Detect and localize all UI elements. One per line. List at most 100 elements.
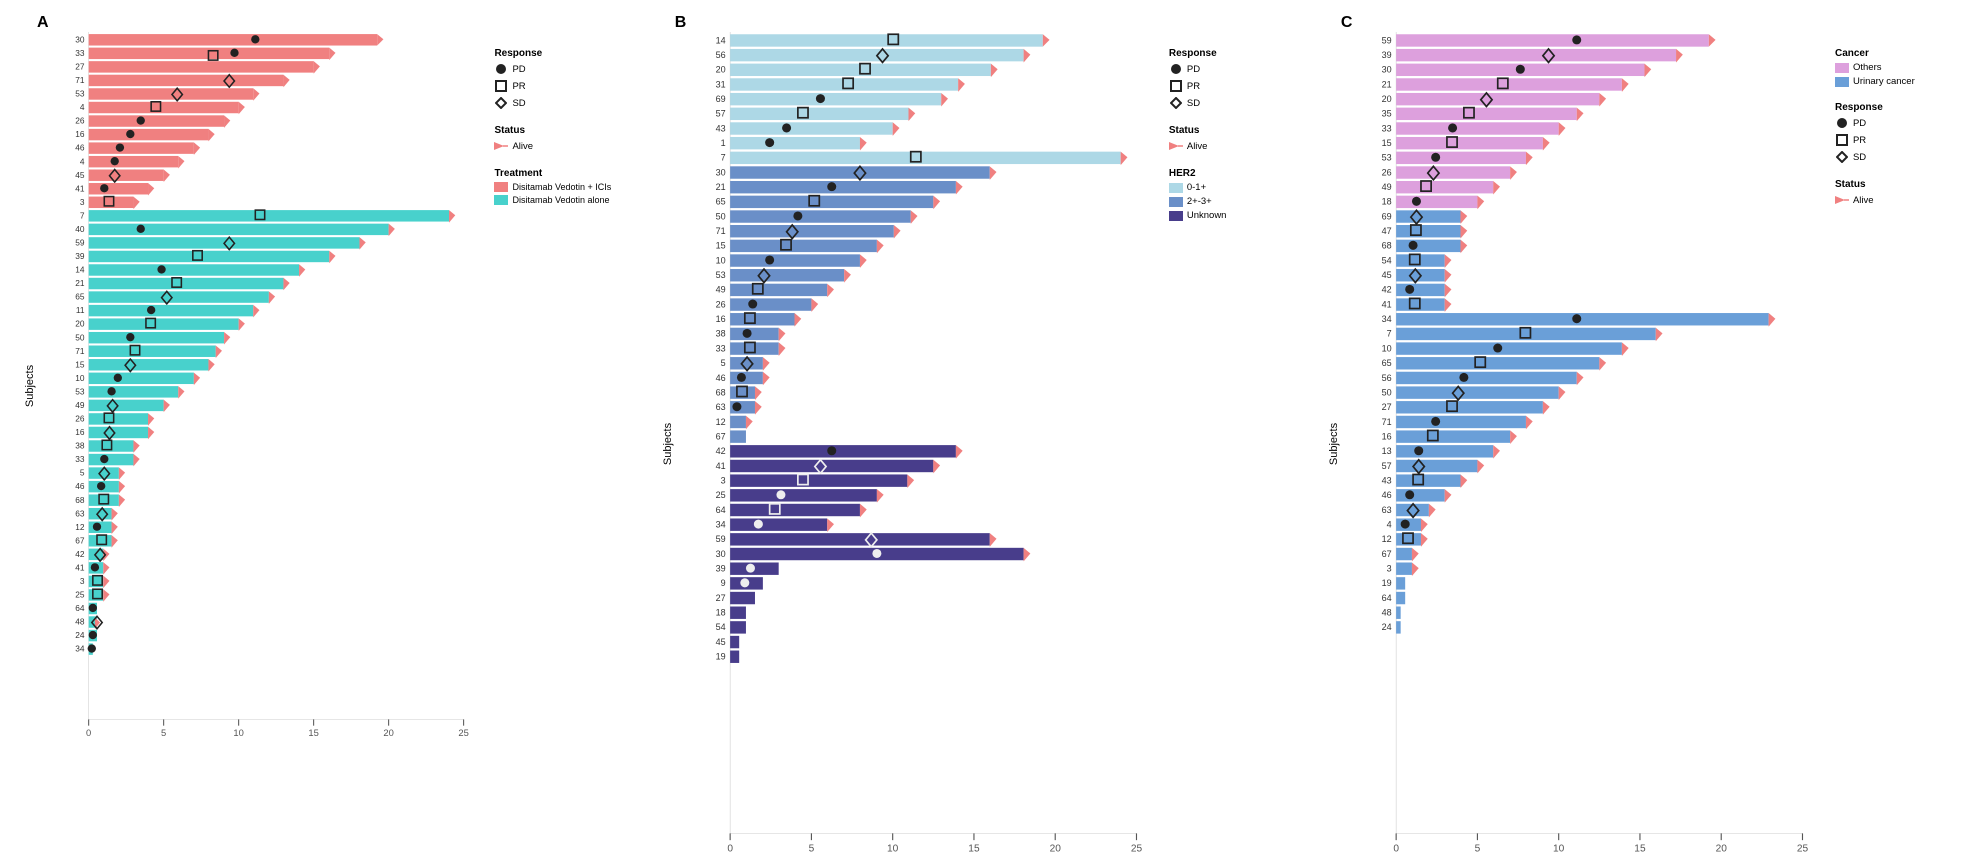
bar [1396,240,1460,252]
svg-text:19: 19 [1382,578,1392,588]
svg-text:5: 5 [161,728,166,738]
bar [89,115,224,126]
alive-marker [1445,489,1452,503]
bar [89,75,284,86]
alive-marker [1769,313,1776,327]
alive-marker [811,298,818,312]
alive-marker [269,291,275,303]
bar [730,284,827,296]
pd-marker [147,306,155,314]
svg-text:27: 27 [1382,402,1392,412]
bar [89,224,389,235]
panel-b-label: B [675,14,687,32]
svg-text:25: 25 [1797,843,1809,854]
svg-text:16: 16 [715,314,725,324]
bar [89,305,254,316]
others-color [1835,63,1849,73]
svg-text:15: 15 [1634,843,1646,854]
svg-text:5: 5 [808,843,814,854]
bar [89,278,284,289]
alive-marker [1445,298,1452,312]
pd-marker [93,523,101,531]
svg-text:59: 59 [715,534,725,544]
bar [1396,210,1460,222]
svg-text:46: 46 [1382,490,1392,500]
pd-marker [1493,344,1502,353]
alive-marker [933,196,940,210]
bar [1396,357,1599,369]
svg-text:53: 53 [75,89,85,99]
her2-unknown-color [1169,211,1183,221]
svg-text:50: 50 [715,211,725,221]
svg-text:69: 69 [1382,211,1392,221]
alive-marker [103,562,109,574]
alive-marker [1445,284,1452,298]
legend-treatment-alone: Disitamab Vedotin alone [494,195,622,205]
panel-b-y-title: Subjects [662,423,674,465]
bar [1396,577,1405,589]
bar [89,359,209,370]
bar [89,400,164,411]
svg-text:30: 30 [715,167,725,177]
svg-text:47: 47 [1382,226,1392,236]
svg-text:69: 69 [715,94,725,104]
alive-label: Alive [512,141,533,152]
alive-marker [1043,34,1050,46]
alive-marker [990,166,997,180]
alive-marker [178,156,184,168]
alive-marker [253,305,259,317]
alive-marker [1023,548,1030,562]
bar [1396,592,1405,604]
svg-text:10: 10 [715,255,725,265]
alive-marker [1412,562,1419,576]
svg-text:71: 71 [1382,417,1392,427]
alive-marker [1559,122,1566,136]
b-sd-label: SD [1187,98,1200,109]
alive-marker [133,454,139,466]
svg-text:24: 24 [75,630,85,640]
bar [1396,78,1622,90]
bar [730,240,877,252]
svg-text:11: 11 [76,305,85,315]
bar [730,269,844,281]
svg-text:67: 67 [75,535,85,545]
alive-icon [494,139,508,153]
bar [89,413,148,424]
pd-marker [1516,65,1525,74]
bar [1396,401,1543,413]
legend-b-her2-unknown: Unknown [1169,210,1289,221]
alive-marker [794,313,801,327]
alive-marker [1510,430,1517,444]
bar [1396,607,1401,619]
svg-text:5: 5 [1475,843,1481,854]
pd-marker [230,49,238,57]
svg-text:54: 54 [1382,255,1392,265]
pd-marker [748,300,757,309]
svg-text:63: 63 [715,402,725,412]
pd-marker [1459,373,1468,382]
svg-text:26: 26 [1382,167,1392,177]
svg-text:9: 9 [720,578,725,588]
sd-label: SD [512,98,525,109]
alive-marker [1493,445,1500,459]
svg-text:20: 20 [715,65,725,75]
svg-text:39: 39 [75,251,85,261]
svg-text:26: 26 [715,299,725,309]
bar [1396,342,1622,354]
alive-marker [329,251,335,263]
bar [89,34,378,45]
svg-text:15: 15 [715,241,725,251]
alive-marker [1577,108,1584,122]
svg-text:71: 71 [75,75,85,85]
pd-marker [816,94,825,103]
svg-text:12: 12 [75,522,85,532]
svg-text:4: 4 [1387,520,1392,530]
bar [1396,621,1401,633]
alive-marker [119,481,125,493]
her2-mid-label: 2+-3+ [1187,196,1212,207]
alive-marker [778,342,785,356]
pd-marker [1401,520,1410,529]
alive-marker [860,504,867,518]
svg-text:19: 19 [715,652,725,662]
alive-marker [1644,64,1651,78]
